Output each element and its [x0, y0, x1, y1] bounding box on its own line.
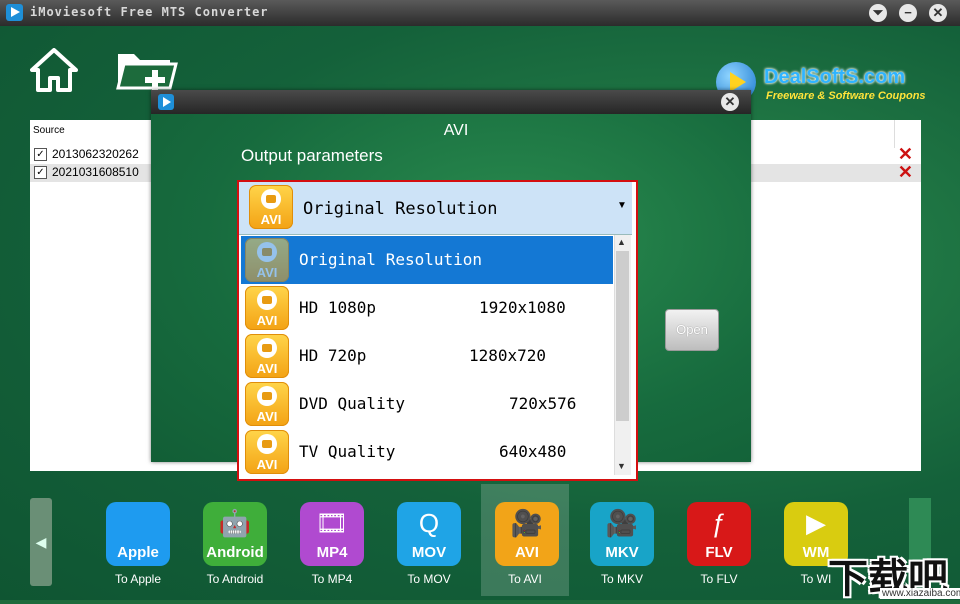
format-caption: To FLV [665, 572, 773, 586]
watermark-url: www.xiazaiba.com [880, 588, 960, 599]
format-caption: To AVI [471, 572, 579, 586]
mov-format-icon: QMOV [397, 502, 461, 566]
file-name: 2013062320262 [52, 147, 139, 161]
option-label: HD 1080p [299, 298, 376, 317]
column-header-source: Source [33, 125, 65, 136]
brand-name: DealSoftS.com [764, 66, 905, 89]
option-resolution: 1920x1080 [479, 298, 566, 317]
output-parameters-label: Output parameters [241, 146, 383, 166]
brand-tagline: Freeware & Software Coupons [766, 90, 926, 102]
option-label: HD 720p [299, 346, 366, 365]
option-original-resolution[interactable]: AVI Original Resolution [241, 236, 613, 284]
format-caption: To Android [181, 572, 289, 586]
format-button-flv[interactable]: ƒFLVTo FLV [665, 484, 753, 596]
close-button[interactable]: ✕ [929, 4, 947, 22]
option-label: TV Quality [299, 442, 395, 461]
option-resolution: 720x576 [509, 394, 576, 413]
file-name: 2021031608510 [52, 165, 139, 179]
avi-icon: AVI [245, 430, 289, 474]
format-button-android[interactable]: 🤖AndroidTo Android [181, 484, 269, 596]
avi-icon: AVI [245, 238, 289, 282]
minimize-button[interactable]: − [899, 4, 917, 22]
avi-format-icon: 🎥AVI [495, 502, 559, 566]
avi-icon: AVI [245, 286, 289, 330]
file-checkbox[interactable]: ✓ [34, 166, 47, 179]
format-button-mp4[interactable]: 🎞MP4To MP4 [278, 484, 366, 596]
avi-icon: AVI [245, 334, 289, 378]
folder-add-icon[interactable] [116, 48, 178, 92]
flv-format-icon: ƒFLV [687, 502, 751, 566]
avi-icon: AVI [245, 382, 289, 426]
open-button[interactable]: Open [665, 309, 719, 351]
option-hd-720p[interactable]: AVI HD 720p 1280x720 [241, 332, 613, 380]
dialog-title-bar: ✕ [151, 90, 751, 114]
column-divider [894, 120, 895, 148]
mp4-format-icon: 🎞MP4 [300, 502, 364, 566]
option-resolution: 1280x720 [469, 346, 546, 365]
dropdown-selected-label: Original Resolution [303, 199, 497, 219]
option-hd-1080p[interactable]: AVI HD 1080p 1920x1080 [241, 284, 613, 332]
format-bar: ◀ AppleTo Apple🤖AndroidTo Android🎞MP4To … [0, 484, 960, 600]
file-checkbox[interactable]: ✓ [34, 148, 47, 161]
option-resolution: 640x480 [499, 442, 566, 461]
option-tv-quality[interactable]: AVI TV Quality 640x480 [241, 428, 613, 476]
format-button-mkv[interactable]: 🎥MKVTo MKV [568, 484, 656, 596]
chevron-down-icon[interactable]: ▼ [617, 200, 627, 211]
scroll-left-button[interactable]: ◀ [30, 498, 52, 586]
mkv-format-icon: 🎥MKV [590, 502, 654, 566]
format-caption: To MOV [375, 572, 483, 586]
apple-format-icon: Apple [106, 502, 170, 566]
format-caption: To Apple [84, 572, 192, 586]
app-icon [6, 4, 23, 21]
dialog-close-button[interactable]: ✕ [721, 93, 739, 111]
scroll-up-icon[interactable]: ▲ [617, 237, 626, 247]
scrollbar-thumb[interactable] [616, 251, 629, 421]
option-label: DVD Quality [299, 394, 405, 413]
watermark: 下载吧 www.xiazaiba.com [828, 544, 960, 600]
dialog-format-title: AVI [151, 122, 761, 140]
format-caption: To MP4 [278, 572, 386, 586]
format-button-apple[interactable]: AppleTo Apple [84, 484, 172, 596]
scroll-down-icon[interactable]: ▼ [617, 461, 626, 471]
format-button-mov[interactable]: QMOVTo MOV [375, 484, 463, 596]
option-dvd-quality[interactable]: AVI DVD Quality 720x576 [241, 380, 613, 428]
resolution-dropdown[interactable]: AVI Original Resolution ▼ AVI Original R… [237, 180, 638, 481]
delete-icon[interactable]: ✕ [898, 162, 913, 183]
title-bar: iMoviesoft Free MTS Converter ⏷ − ✕ [0, 0, 960, 26]
window-title: iMoviesoft Free MTS Converter [30, 5, 269, 19]
menu-button[interactable]: ⏷ [869, 4, 887, 22]
dialog-app-icon [158, 94, 174, 110]
android-format-icon: 🤖Android [203, 502, 267, 566]
home-icon[interactable] [30, 48, 78, 92]
dropdown-scrollbar[interactable]: ▲ ▼ [614, 235, 631, 475]
option-label: Original Resolution [299, 250, 482, 269]
format-button-avi[interactable]: 🎥AVITo AVI [481, 484, 569, 596]
avi-icon: AVI [249, 185, 293, 229]
dropdown-selected[interactable]: AVI Original Resolution ▼ [239, 182, 632, 235]
format-caption: To MKV [568, 572, 676, 586]
